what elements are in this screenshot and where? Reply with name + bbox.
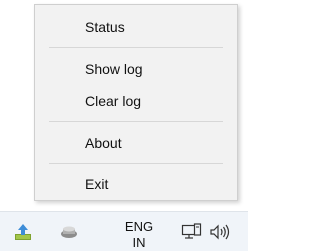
context-menu: Status Show log Clear log About Exit [34,4,238,201]
menu-item-exit[interactable]: Exit [85,176,108,192]
menu-item-about[interactable]: About [85,135,122,151]
menu-item-status[interactable]: Status [85,19,125,35]
menu-separator [49,163,223,164]
taskbar: ENG IN [0,211,248,251]
upload-tray-icon[interactable] [14,223,32,246]
menu-item-clear-log[interactable]: Clear log [85,93,141,109]
menu-separator [49,121,223,122]
menu-item-show-log[interactable]: Show log [85,61,143,77]
menu-separator [49,47,223,48]
app-tray-icon[interactable] [60,225,78,244]
volume-icon[interactable] [209,223,231,246]
language-indicator[interactable]: ENG IN [122,219,156,251]
language-region: IN [132,235,146,250]
language-code: ENG [124,219,154,234]
network-icon[interactable] [181,223,203,246]
